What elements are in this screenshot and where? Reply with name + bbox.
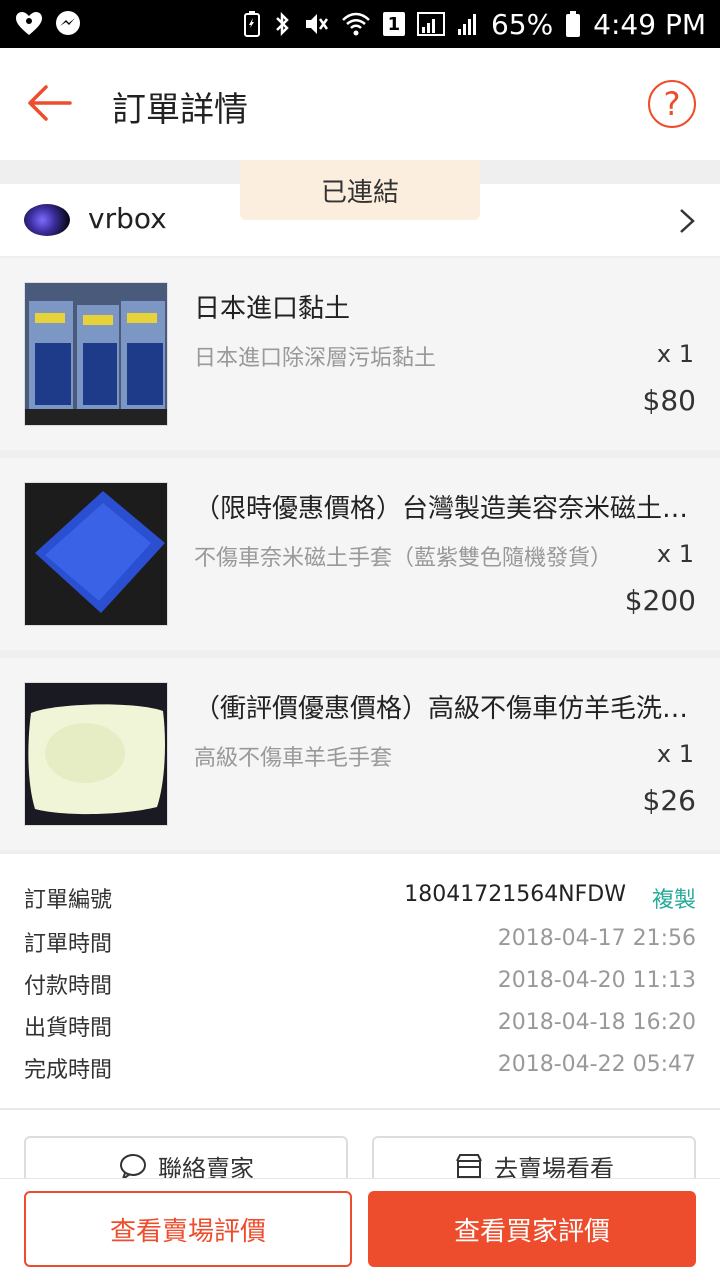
order-number-label: 訂單編號 <box>24 888 113 913</box>
shop-name: vrbox <box>88 202 167 235</box>
order-item[interactable]: 日本進口黏土 日本進口除深層污垢黏土 x 1 $80 <box>0 258 720 450</box>
back-button[interactable] <box>24 78 74 128</box>
messenger-icon <box>54 10 82 38</box>
iheart-radio-icon <box>14 10 44 38</box>
copy-button[interactable]: 複製 <box>652 882 696 914</box>
product-image-clay <box>24 282 168 426</box>
battery-saver-icon <box>243 10 261 38</box>
info-value: 2018-04-17 21:56 <box>497 926 696 951</box>
help-button[interactable]: ? <box>648 80 696 128</box>
product-name: （限時優惠價格）台灣製造美容奈米磁土手套 <box>194 494 694 524</box>
visit-shop-button[interactable]: 去賣場看看 <box>372 1136 696 1178</box>
contact-seller-button[interactable]: 聯絡賣家 <box>24 1136 348 1178</box>
question-mark-icon: ? <box>663 85 681 123</box>
order-info-section: 訂單編號 18041721564NFDW 複製 訂單時間 2018-04-17 … <box>0 854 720 1108</box>
order-number-row: 訂單編號 18041721564NFDW 複製 <box>24 882 696 918</box>
product-variation: 高級不傷車羊毛手套 <box>194 746 393 771</box>
battery-percent: 65% <box>490 7 554 41</box>
wifi-icon <box>341 10 371 38</box>
order-time-row: 訂單時間 2018-04-17 21:56 <box>24 926 696 962</box>
mute-icon <box>303 10 329 38</box>
product-quantity: x 1 <box>656 740 694 768</box>
product-image-wool-mitt <box>24 682 168 826</box>
product-price: $80 <box>642 384 696 417</box>
arrow-left-icon <box>28 85 72 121</box>
sim-badge: 1 <box>382 12 405 36</box>
info-value: 2018-04-20 11:13 <box>497 968 696 993</box>
secondary-actions: 聯絡賣家 去賣場看看 <box>0 1108 720 1178</box>
view-shop-rating-button[interactable]: 查看賣場評價 <box>24 1191 352 1267</box>
product-price: $26 <box>642 784 696 817</box>
chat-bubble-icon <box>120 1154 146 1178</box>
bluetooth-icon <box>273 10 291 38</box>
order-number: 18041721564NFDW <box>404 882 626 907</box>
product-name: 日本進口黏土 <box>194 294 351 324</box>
shop-avatar <box>24 204 70 236</box>
product-name: （衝評價優惠價格）高級不傷車仿羊毛洗車手套 <box>194 694 694 724</box>
chevron-right-icon <box>680 209 695 233</box>
signal-icon-2 <box>457 10 479 38</box>
product-image-glove <box>24 482 168 626</box>
bottom-action-bar: 查看賣場評價 查看買家評價 <box>0 1178 720 1280</box>
page-title: 訂單詳情 <box>112 90 248 130</box>
order-item[interactable]: （衝評價優惠價格）高級不傷車仿羊毛洗車手套 高級不傷車羊毛手套 x 1 $26 <box>0 658 720 850</box>
info-label: 付款時間 <box>24 974 113 999</box>
info-value: 2018-04-18 16:20 <box>497 1010 696 1035</box>
contact-seller-label: 聯絡賣家 <box>158 1154 254 1179</box>
info-value: 2018-04-22 05:47 <box>497 1052 696 1077</box>
ship-time-row: 出貨時間 2018-04-18 16:20 <box>24 1010 696 1046</box>
shop-icon <box>456 1154 482 1178</box>
view-buyer-rating-button[interactable]: 查看買家評價 <box>368 1191 696 1267</box>
order-item[interactable]: （限時優惠價格）台灣製造美容奈米磁土手套 不傷車奈米磁土手套（藍紫雙色隨機發貨）… <box>0 458 720 650</box>
status-bar: 1 65% 4:49 PM <box>0 0 720 48</box>
complete-time-row: 完成時間 2018-04-22 05:47 <box>24 1052 696 1088</box>
app-header: 訂單詳情 ? <box>0 48 720 160</box>
product-variation: 不傷車奈米磁土手套（藍紫雙色隨機發貨） <box>194 546 613 571</box>
signal-icon <box>416 10 445 38</box>
product-quantity: x 1 <box>656 340 694 368</box>
info-label: 訂單時間 <box>24 932 113 957</box>
info-label: 出貨時間 <box>24 1016 113 1041</box>
battery-icon <box>565 10 581 38</box>
product-price: $200 <box>624 584 696 617</box>
clock: 4:49 PM <box>593 7 706 41</box>
info-label: 完成時間 <box>24 1058 113 1083</box>
product-quantity: x 1 <box>656 540 694 568</box>
connected-toast: 已連結 <box>240 160 480 220</box>
visit-shop-label: 去賣場看看 <box>494 1154 614 1179</box>
product-variation: 日本進口除深層污垢黏土 <box>194 346 437 371</box>
payment-time-row: 付款時間 2018-04-20 11:13 <box>24 968 696 1004</box>
